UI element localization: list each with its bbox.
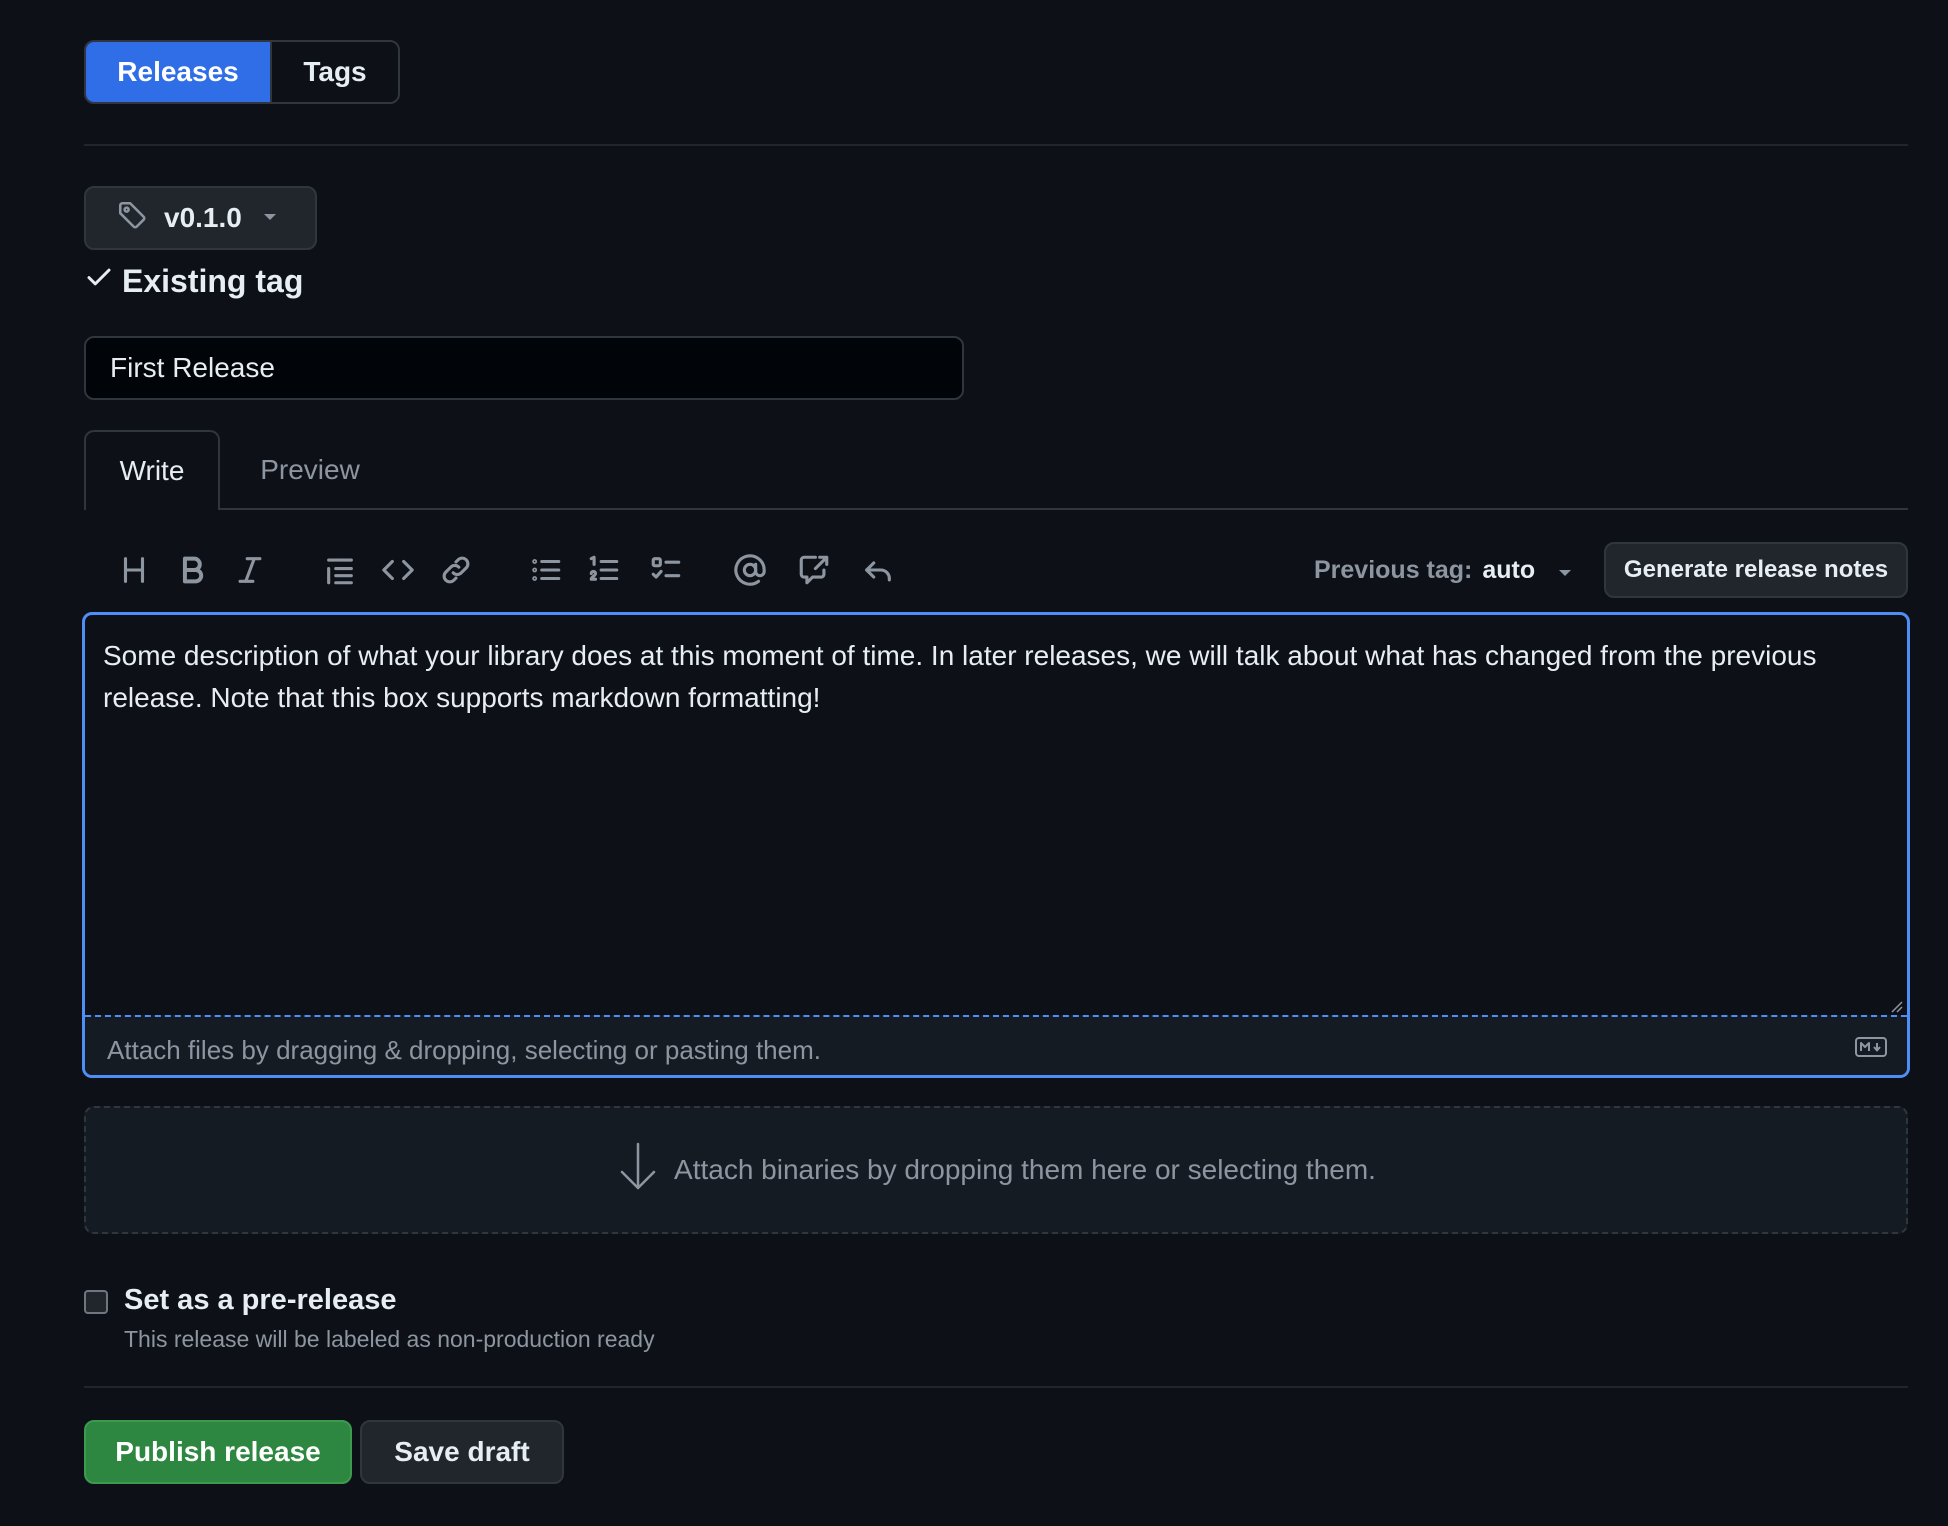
- prerelease-checkbox[interactable]: [84, 1290, 108, 1314]
- tag-status: Existing tag: [84, 262, 303, 300]
- link-icon[interactable]: [434, 548, 478, 592]
- bulleted-list-icon[interactable]: [524, 548, 568, 592]
- attach-files-bar[interactable]: Attach files by dragging & dropping, sel…: [85, 1015, 1907, 1075]
- previous-tag-value: auto: [1482, 555, 1536, 584]
- releases-tags-nav: Releases Tags: [84, 40, 400, 104]
- publish-release-button[interactable]: Publish release: [84, 1420, 352, 1484]
- release-notes-text[interactable]: Some description of what your library do…: [103, 635, 1891, 719]
- prerelease-label[interactable]: Set as a pre-release: [124, 1284, 396, 1317]
- footer-divider: [84, 1386, 1908, 1388]
- tab-tags[interactable]: Tags: [270, 42, 398, 102]
- reply-icon[interactable]: [856, 548, 900, 592]
- release-notes-editor[interactable]: Some description of what your library do…: [82, 612, 1910, 1078]
- caret-down-icon: [262, 209, 278, 227]
- attach-files-hint: Attach files by dragging & dropping, sel…: [107, 1035, 821, 1065]
- arrow-down-icon: [616, 1140, 660, 1201]
- attach-binaries-dropzone[interactable]: Attach binaries by dropping them here or…: [84, 1106, 1908, 1234]
- attach-binaries-hint: Attach binaries by dropping them here or…: [674, 1154, 1376, 1185]
- prerelease-description: This release will be labeled as non-prod…: [124, 1326, 655, 1352]
- tab-write[interactable]: Write: [84, 430, 220, 510]
- quote-icon[interactable]: [318, 548, 362, 592]
- caret-down-icon: [1557, 556, 1573, 585]
- tag-status-label: Existing tag: [122, 262, 304, 299]
- generate-release-notes-button[interactable]: Generate release notes: [1604, 542, 1908, 598]
- italic-icon[interactable]: [228, 548, 272, 592]
- tab-releases[interactable]: Releases: [86, 42, 270, 102]
- code-icon[interactable]: [376, 548, 420, 592]
- previous-tag-dropdown[interactable]: Previous tag: auto: [1314, 548, 1573, 592]
- save-draft-button[interactable]: Save draft: [360, 1420, 564, 1484]
- header-divider: [84, 144, 1908, 146]
- reference-icon[interactable]: [792, 548, 836, 592]
- tag-picker-value: v0.1.0: [164, 202, 242, 233]
- check-icon: [84, 262, 114, 300]
- markdown-icon: [1855, 1037, 1887, 1062]
- release-title-input[interactable]: [84, 336, 964, 400]
- task-list-icon[interactable]: [644, 548, 688, 592]
- tag-icon: [116, 199, 150, 238]
- previous-tag-label: Previous tag:: [1314, 555, 1473, 584]
- bold-icon[interactable]: [170, 548, 214, 592]
- heading-icon[interactable]: [112, 548, 156, 592]
- tag-picker-button[interactable]: v0.1.0: [84, 186, 317, 250]
- mention-icon[interactable]: [728, 548, 772, 592]
- tab-preview[interactable]: Preview: [230, 430, 390, 510]
- numbered-list-icon[interactable]: [582, 548, 626, 592]
